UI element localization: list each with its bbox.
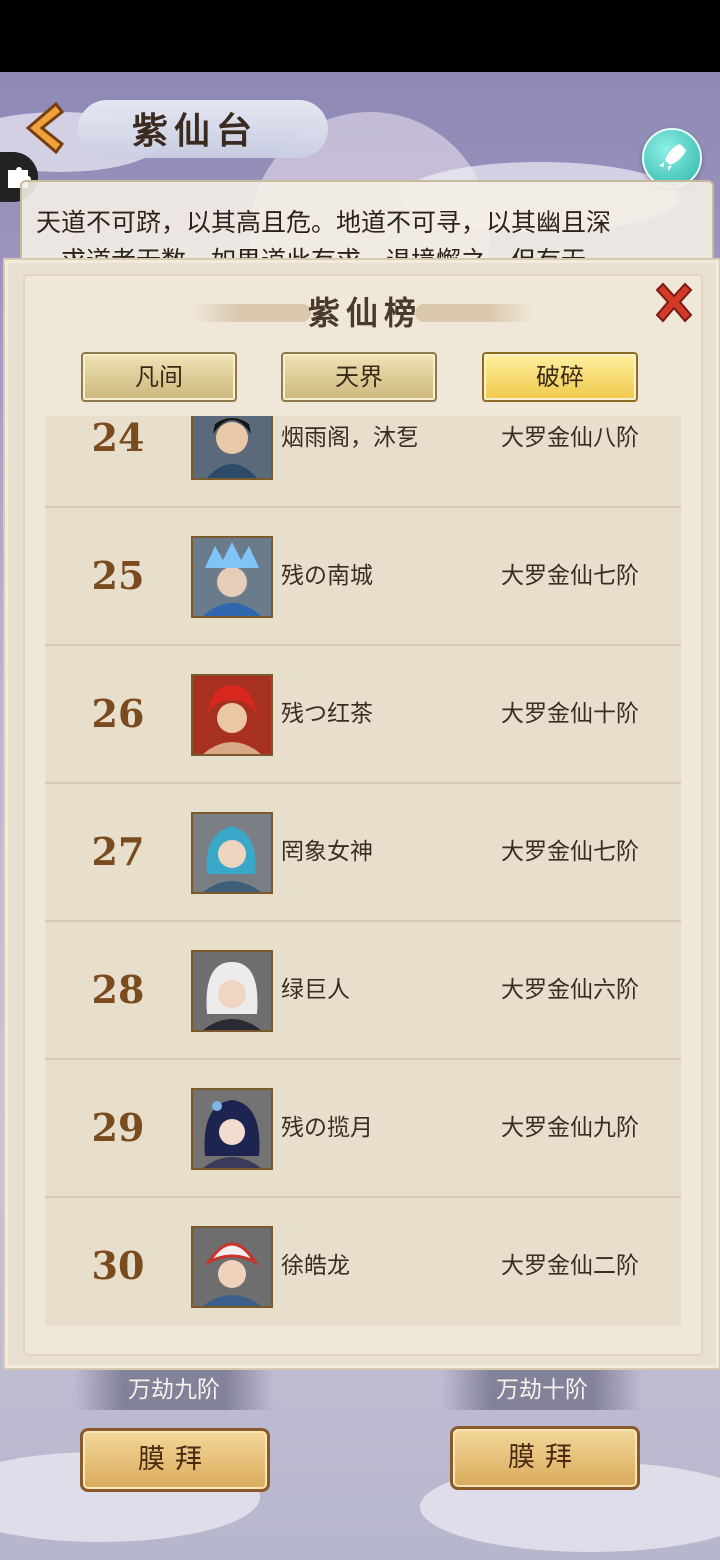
player-realm: 大罗金仙九阶 — [501, 1115, 639, 1141]
close-button[interactable] — [651, 280, 697, 326]
player-name: 徐皓龙 — [281, 1253, 350, 1279]
hero-red-hair-icon — [191, 674, 273, 756]
player-realm: 大罗金仙七阶 — [501, 563, 639, 589]
rank-number: 30 — [91, 1243, 145, 1288]
player-name: 残の揽月 — [281, 1115, 373, 1141]
rank-number: 29 — [91, 1105, 145, 1150]
heroine-blue-hair-icon — [191, 812, 273, 894]
player-name: 烟雨阁，沐乭 — [281, 425, 419, 451]
ranking-list[interactable]: 24 烟雨阁，沐乭 大罗金仙八阶 25 残の南城 大罗金仙七阶 26 残つ红茶 … — [45, 416, 681, 1326]
player-realm: 大罗金仙八阶 — [501, 425, 639, 451]
back-arrow-icon — [25, 101, 65, 155]
rocket-button[interactable] — [642, 128, 702, 188]
rank-number: 26 — [91, 691, 145, 736]
rank-number: 27 — [91, 829, 145, 874]
hero-mask-icon — [191, 1226, 273, 1308]
rank-number: 28 — [91, 967, 145, 1012]
worship-button-right[interactable]: 膜拜 — [450, 1426, 640, 1490]
ranking-row[interactable]: 29 残の揽月 大罗金仙九阶 — [45, 1060, 681, 1198]
ranking-row[interactable]: 24 烟雨阁，沐乭 大罗金仙八阶 — [45, 416, 681, 508]
player-realm: 大罗金仙二阶 — [501, 1253, 639, 1279]
rank-number: 24 — [91, 416, 145, 460]
bottom-panel: 万劫九阶 万劫十阶 膜拜 膜拜 — [0, 1340, 720, 1560]
left-realm-label: 万劫九阶 — [74, 1370, 274, 1410]
ranking-row[interactable]: 30 徐皓龙 大罗金仙二阶 — [45, 1198, 681, 1326]
ranking-row[interactable]: 27 罔象女神 大罗金仙七阶 — [45, 784, 681, 922]
tab-mortal[interactable]: 凡间 — [81, 352, 237, 402]
player-name: 绿巨人 — [281, 977, 350, 1003]
status-bar — [0, 0, 720, 72]
rank-number: 25 — [91, 553, 145, 598]
hero-ice-crown-icon — [191, 536, 273, 618]
tab-shattered[interactable]: 破碎 — [482, 352, 638, 402]
player-name: 罔象女神 — [281, 839, 373, 865]
back-button[interactable] — [16, 96, 72, 160]
ranking-row[interactable]: 28 绿巨人 大罗金仙六阶 — [45, 922, 681, 1060]
player-realm: 大罗金仙七阶 — [501, 839, 639, 865]
popup-title: 紫仙榜 — [307, 294, 422, 332]
rocket-icon — [659, 144, 686, 171]
hero-black-hair-icon — [191, 416, 273, 480]
intro-text: 天道不可跻，以其高且危。地道不可寻，以其幽且深 — [36, 208, 612, 237]
right-realm-label: 万劫十阶 — [442, 1370, 642, 1410]
page-title: 紫仙台 — [132, 110, 259, 152]
hero-white-hair-icon — [191, 950, 273, 1032]
close-icon — [655, 282, 693, 323]
heroine-dark-hair-icon — [191, 1088, 273, 1170]
tab-heaven[interactable]: 天界 — [281, 352, 437, 402]
player-name: 残の南城 — [281, 563, 373, 589]
worship-button-left[interactable]: 膜拜 — [80, 1428, 270, 1492]
player-realm: 大罗金仙十阶 — [501, 701, 639, 727]
ranking-row[interactable]: 26 残つ红茶 大罗金仙十阶 — [45, 646, 681, 784]
player-realm: 大罗金仙六阶 — [501, 977, 639, 1003]
ranking-popup: 紫仙榜 凡间 天界 破碎 24 烟雨阁，沐乭 大罗金仙八阶 25 残の南城 大罗… — [3, 258, 720, 1370]
player-name: 残つ红茶 — [281, 701, 373, 727]
ranking-row[interactable]: 25 残の南城 大罗金仙七阶 — [45, 508, 681, 646]
